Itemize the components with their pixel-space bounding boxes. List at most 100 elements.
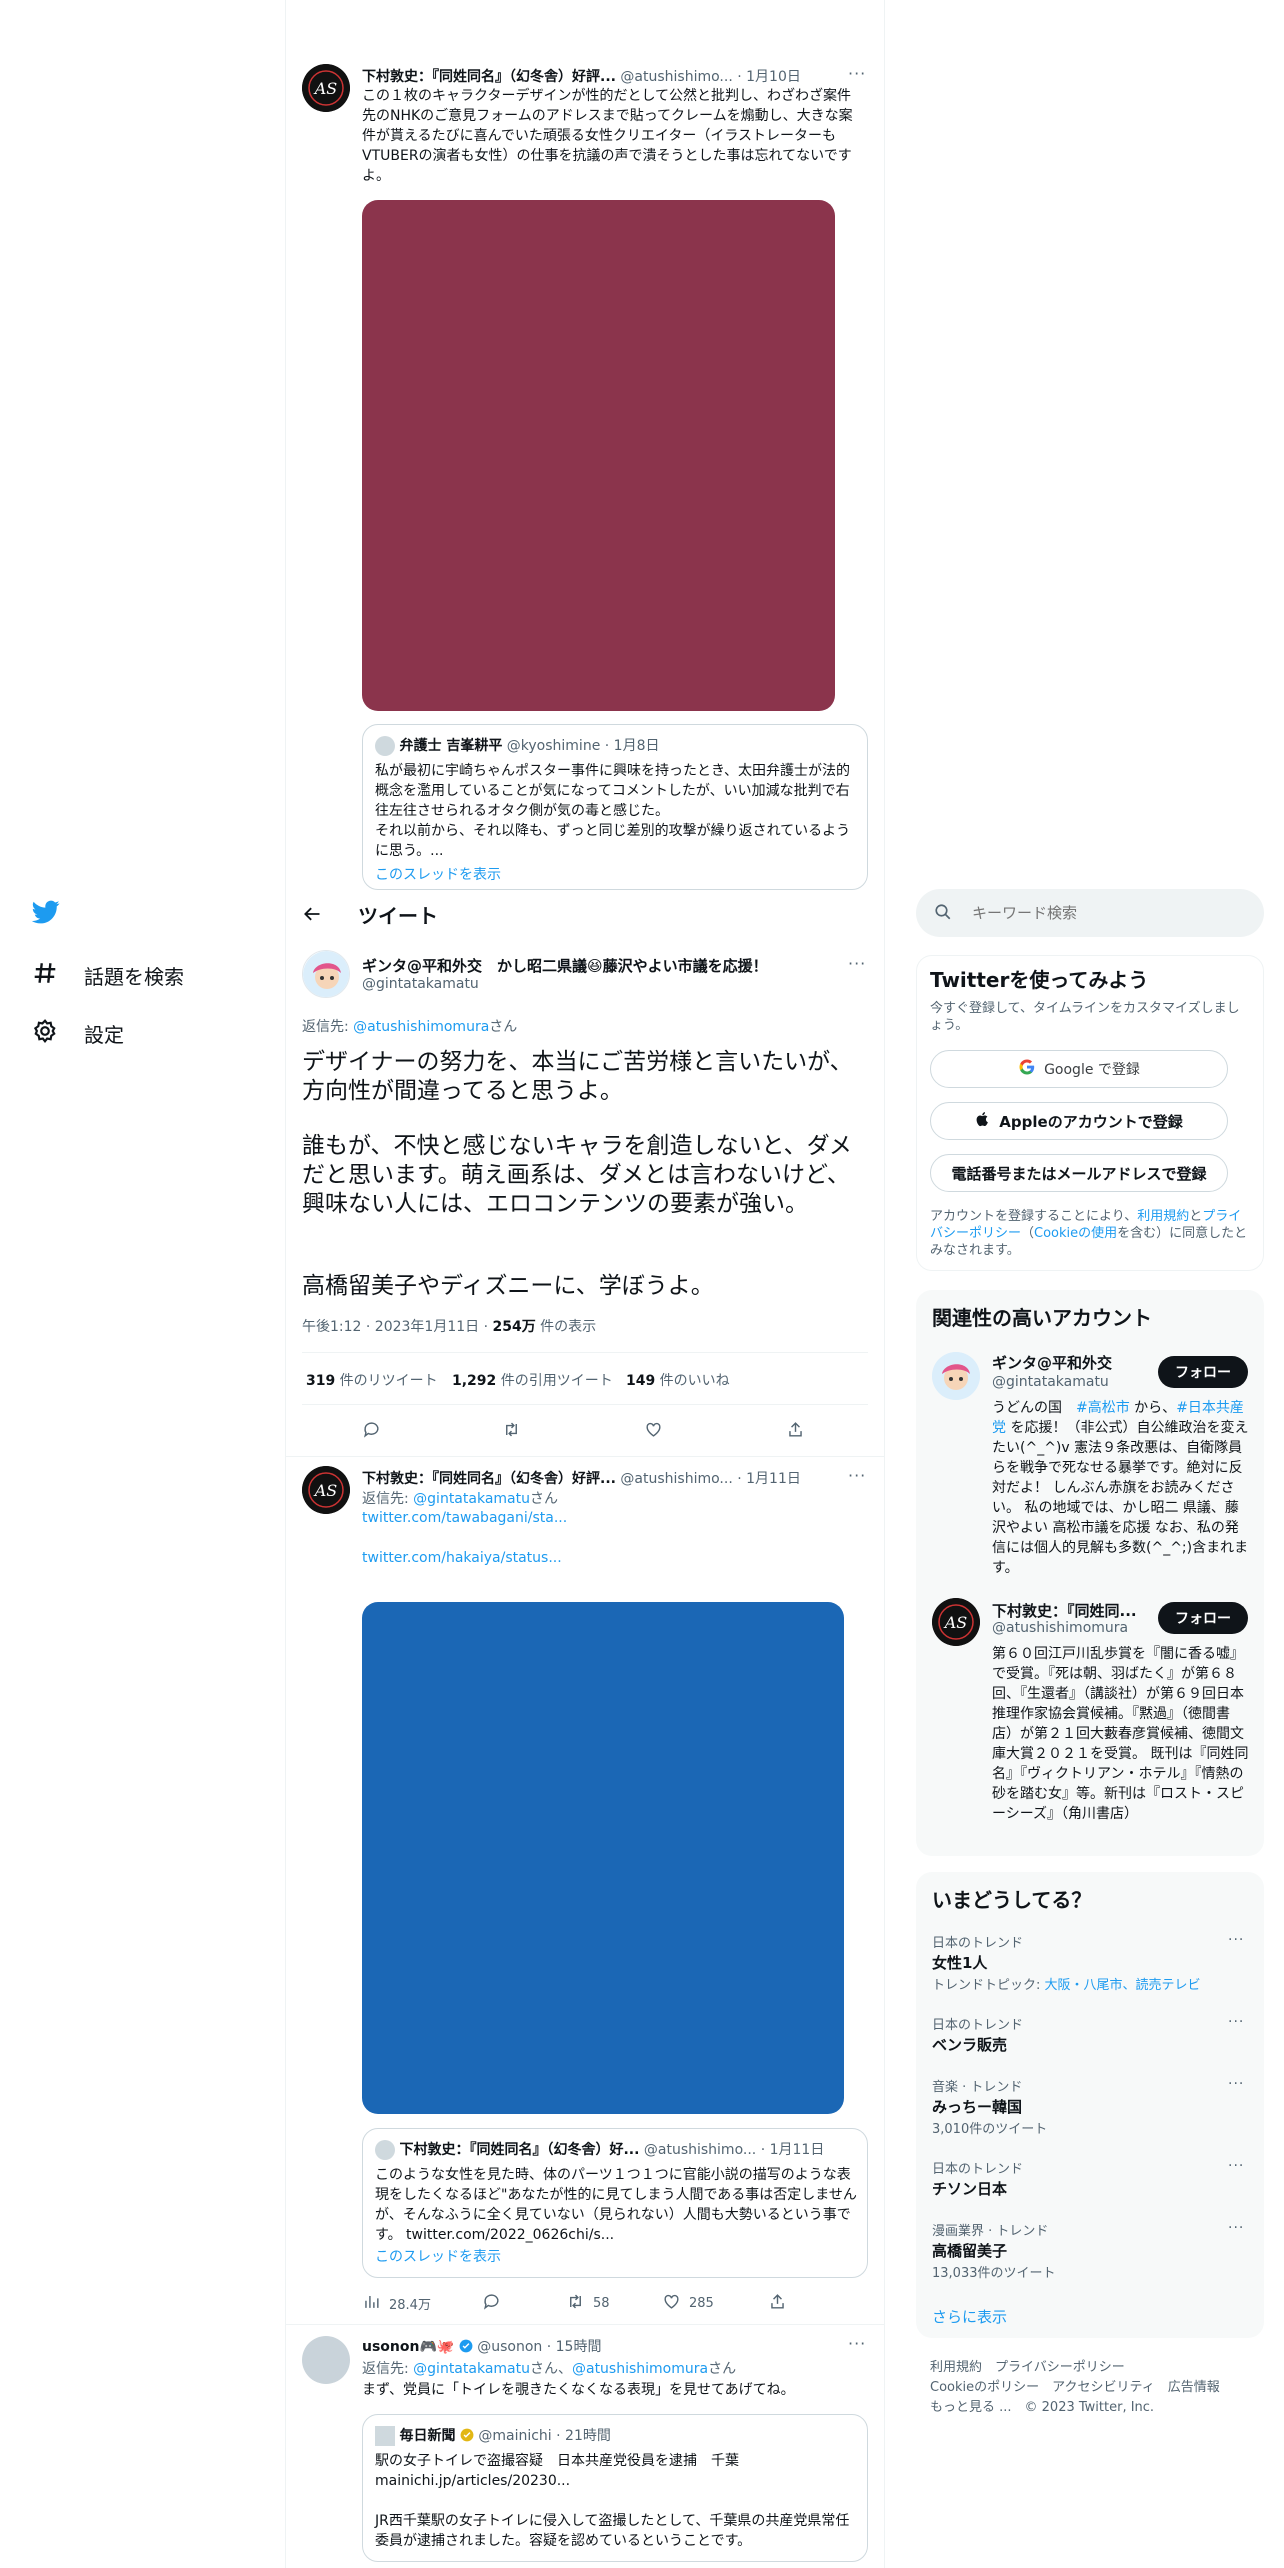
views-button[interactable]: 28.4万 — [362, 2292, 431, 2315]
more-options-icon[interactable]: ··· — [1228, 2014, 1244, 2030]
avatar[interactable] — [932, 1352, 980, 1400]
reply-suffix: さん — [708, 2361, 737, 2377]
reply-to-link[interactable]: @gintatakamatu — [413, 2361, 530, 2377]
quoted-tweet[interactable]: 下村敦史：『同姓同名』（幻冬舎）好... @atushishimo... · 1… — [362, 2128, 868, 2278]
more-options-icon[interactable]: ··· — [1228, 2076, 1244, 2092]
phone-email-signup-button[interactable]: 電話番号またはメールアドレスで登録 — [930, 1154, 1228, 1192]
show-thread-link[interactable]: このスレッドを表示 — [375, 2247, 501, 2267]
retweets-stat[interactable]: 319 件のリツイート — [306, 1370, 438, 1390]
quotes-stat[interactable]: 1,292 件の引用ツイート — [452, 1370, 613, 1390]
trend-name[interactable]: ベンラ販売 — [932, 2034, 1007, 2055]
author-name[interactable]: 下村敦史：『同姓同名』（幻冬舎）好評... — [362, 69, 616, 85]
account-handle[interactable]: @gintatakamatu — [992, 1374, 1109, 1390]
avatar[interactable]: AS — [932, 1598, 980, 1646]
page-title: ツイート — [358, 904, 438, 928]
follow-button[interactable]: フォロー — [1158, 1356, 1248, 1388]
tweet-link[interactable]: twitter.com/tawabagani/sta... — [362, 1510, 567, 1526]
more-options-icon[interactable]: ··· — [848, 2334, 866, 2353]
tweet-time[interactable]: · 1月11日 — [737, 1471, 801, 1487]
share-button[interactable] — [786, 1420, 805, 1443]
reply-prefix: 返信先: — [362, 1491, 414, 1507]
tweet-link[interactable]: twitter.com/hakaiya/status... — [362, 1550, 562, 1566]
avatar — [375, 2426, 395, 2446]
trend-name[interactable]: 女性1人 — [932, 1952, 987, 1973]
avatar[interactable]: AS — [302, 64, 350, 112]
trend-name[interactable]: みっちー韓国 — [932, 2096, 1022, 2117]
hashtag-link[interactable]: #高松市 — [1076, 1400, 1130, 1416]
share-button[interactable] — [768, 2292, 787, 2315]
trend-topic-link[interactable]: 大阪・八尾市、読売テレビ — [1045, 1978, 1201, 1993]
account-name[interactable]: 下村敦史：『同姓同... — [992, 1600, 1137, 1621]
reply-to-link[interactable]: @atushishimomura — [353, 1019, 489, 1035]
related-accounts-title: 関連性の高いアカウント — [932, 1306, 1152, 1330]
reply-prefix: 返信先: — [362, 2361, 414, 2377]
show-more-link[interactable]: さらに表示 — [932, 2306, 1007, 2327]
footer-links-2[interactable]: Cookieのポリシー アクセシビリティ 広告情報 — [930, 2378, 1220, 2398]
author-handle[interactable]: @atushishimo... — [620, 1471, 732, 1487]
account-handle[interactable]: @atushishimomura — [992, 1620, 1128, 1636]
avatar[interactable] — [302, 950, 350, 998]
show-thread-link[interactable]: このスレッドを表示 — [375, 865, 501, 885]
reply-button[interactable] — [362, 1420, 381, 1443]
tweet-time[interactable]: · 1月10日 — [737, 69, 801, 85]
more-options-icon[interactable]: ··· — [848, 954, 866, 973]
bio-text: から、 — [1129, 1400, 1177, 1416]
trend-tweet-count: 13,033件のツイート — [932, 2266, 1056, 2281]
terms-link[interactable]: 利用規約 — [1137, 1209, 1189, 1224]
google-signup-button[interactable]: Google で登録 — [930, 1050, 1228, 1088]
author-name[interactable]: usonon🎮🐙 — [362, 2339, 454, 2355]
twitter-logo-icon[interactable] — [30, 898, 62, 930]
author-handle[interactable]: @gintatakamatu — [362, 976, 479, 992]
reply-to-link[interactable]: @atushishimomura — [572, 2361, 708, 2377]
search-input[interactable] — [972, 901, 1242, 925]
reply-to-link[interactable]: @gintatakamatu — [413, 1491, 530, 1507]
reply-button[interactable] — [482, 2292, 501, 2315]
terms-text: アカウントを登録することにより、 — [930, 1209, 1138, 1224]
footer-links-1[interactable]: 利用規約 プライバシーポリシー — [930, 2358, 1125, 2378]
quoted-tweet[interactable]: 弁護士 吉峯耕平 @kyoshimine · 1月8日 私が最初に宇崎ちゃんポス… — [362, 724, 868, 890]
account-name[interactable]: ギンタ@平和外交 — [992, 1352, 1112, 1373]
author-handle[interactable]: @atushishimo... — [620, 69, 732, 85]
retweet-button[interactable]: 58 — [566, 2292, 610, 2315]
author-name[interactable]: 下村敦史：『同姓同名』（幻冬舎）好評... — [362, 1471, 616, 1487]
follow-button[interactable]: フォロー — [1158, 1602, 1248, 1634]
tweet-image[interactable] — [362, 200, 835, 711]
quoted-tweet-time: · 1月11日 — [760, 2142, 825, 2158]
avatar[interactable] — [302, 2336, 350, 2384]
retweet-button[interactable] — [502, 1420, 521, 1443]
nav-explore[interactable]: 話題を検索 — [32, 960, 184, 991]
reply-prefix: 返信先: — [302, 1019, 354, 1035]
tweet-header: 下村敦史：『同姓同名』（幻冬舎）好評... @atushishimo... · … — [362, 1468, 832, 1488]
trend-name[interactable]: チソン日本 — [932, 2178, 1007, 2199]
back-arrow-icon[interactable] — [302, 904, 322, 928]
search-bar[interactable] — [916, 889, 1264, 937]
apple-signup-button[interactable]: Appleのアカウントで登録 — [930, 1102, 1228, 1140]
like-button[interactable]: 285 — [662, 2292, 714, 2315]
more-options-icon[interactable]: ··· — [1228, 1932, 1244, 1948]
tweet-image[interactable] — [362, 1602, 844, 2114]
quoted-tweet-headline: 駅の女子トイレで盗撮容疑 日本共産党役員を逮捕 千葉 — [375, 2453, 739, 2469]
more-options-icon[interactable]: ··· — [1228, 2158, 1244, 2174]
more-options-icon[interactable]: ··· — [848, 64, 866, 83]
quoted-author-handle: @kyoshimine — [506, 738, 601, 754]
more-options-icon[interactable]: ··· — [1228, 2220, 1244, 2236]
trend-name[interactable]: 高橋留美子 — [932, 2240, 1007, 2261]
tweet-time[interactable]: 午後1:12 · 2023年1月11日 · — [302, 1319, 493, 1335]
verified-badge-icon — [459, 2339, 473, 2355]
tweet-time[interactable]: · 15時間 — [547, 2339, 602, 2355]
footer-links-3[interactable]: もっと見る ... © 2023 Twitter, Inc. — [930, 2398, 1154, 2418]
avatar[interactable]: AS — [302, 1466, 350, 1514]
author-handle[interactable]: @usonon — [477, 2339, 542, 2355]
divider — [302, 1404, 868, 1405]
hashtag-icon — [32, 960, 58, 991]
author-name[interactable]: ギンタ@平和外交 かし昭二県議😆藤沢やよい市議を応援！ — [362, 955, 802, 976]
quoted-tweet[interactable]: 毎日新聞 @mainichi · 21時間 駅の女子トイレで盗撮容疑 日本共産党… — [362, 2414, 868, 2562]
likes-stat[interactable]: 149 件のいいね — [626, 1370, 730, 1390]
more-options-icon[interactable]: ··· — [848, 1466, 866, 1485]
like-button[interactable] — [644, 1420, 663, 1443]
reply-context: 返信先: @atushishimomuraさん — [302, 1016, 517, 1036]
cookie-link[interactable]: Cookieの使用 — [1034, 1226, 1117, 1241]
share-icon — [786, 1420, 805, 1443]
nav-settings[interactable]: 設定 — [32, 1018, 124, 1049]
tweet-text: まず、党員に「トイレを覗きたくなくなる表現」を見せてあげてね。 — [362, 2382, 795, 2398]
